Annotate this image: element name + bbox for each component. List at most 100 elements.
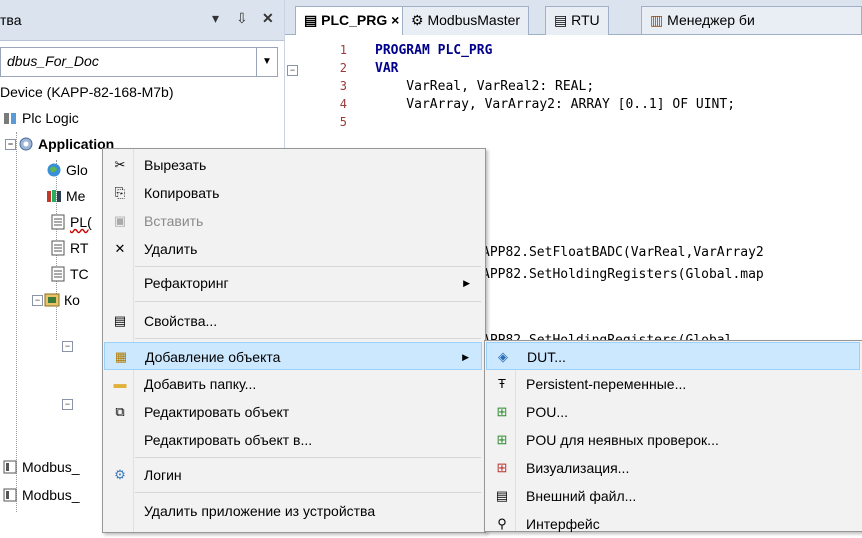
library-icon xyxy=(46,186,62,202)
line-number: 1 xyxy=(339,43,347,57)
menu-item-delete[interactable]: ✕ Удалить xyxy=(104,235,482,263)
tab-plc-prg[interactable]: ▤ PLC_PRG × xyxy=(295,6,409,35)
code-line[interactable]: APP82.SetHoldingRegisters(Global.map xyxy=(482,267,764,282)
panel-title: тва xyxy=(0,12,22,28)
menu-item-copy[interactable]: ⎘ Копировать xyxy=(104,179,482,207)
doc-icon: ▤ xyxy=(304,12,318,28)
tree-item-device[interactable]: Device (KAPP-82-168-M7b) xyxy=(0,79,174,105)
editor-tab-bar: ▤ PLC_PRG × ⚙ ModbusMaster ▤ RTU ▥ Менед… xyxy=(285,0,862,35)
tree-item-plc-prg[interactable]: PL( xyxy=(50,209,92,235)
collapse-icon[interactable]: − xyxy=(5,139,16,150)
tab-library-manager[interactable]: ▥ Менеджер би xyxy=(641,6,862,34)
dut-icon: ◈ xyxy=(498,349,508,364)
tree-expander[interactable]: − xyxy=(62,394,73,410)
menu-item-edit-object-with[interactable]: Редактировать объект в... xyxy=(104,426,482,454)
tree-item-tcp[interactable]: TC xyxy=(50,261,89,287)
tree-item-modbus-2[interactable]: Modbus_ xyxy=(2,482,80,508)
submenu-item-pou-implicit-checks[interactable]: ⊞ POU для неявных проверок... xyxy=(486,426,860,454)
plc-logic-icon xyxy=(2,108,18,124)
device-label: Device (KAPP-82-168-M7b) xyxy=(0,84,174,100)
device-selector-combo[interactable]: dbus_For_Doc ▼ xyxy=(0,47,278,77)
pin-icon[interactable]: ⇩ xyxy=(236,10,248,27)
doc-icon xyxy=(50,264,66,282)
device-combo-value: dbus_For_Doc xyxy=(7,53,99,69)
submenu-item-persistent-vars[interactable]: Ŧ Persistent-переменные... xyxy=(486,370,860,398)
tab-modbus-master[interactable]: ⚙ ModbusMaster xyxy=(402,6,530,35)
line-number: 5 xyxy=(339,115,347,129)
properties-icon: ▤ xyxy=(113,313,127,328)
tree-label: RT xyxy=(70,240,89,256)
plc-logic-label: Plc Logic xyxy=(22,110,79,126)
code-line[interactable]: PROGRAM PLC_PRG xyxy=(375,43,492,58)
tree-label: Glo xyxy=(66,162,88,178)
collapse-icon[interactable]: − xyxy=(32,295,43,306)
application-icon xyxy=(18,134,34,151)
doc-icon xyxy=(50,212,66,230)
panel-menu-dropdown-icon[interactable]: ▾ xyxy=(212,10,219,27)
menu-item-refactoring[interactable]: Рефакторинг ▶ xyxy=(104,269,482,297)
library-icon: ▥ xyxy=(650,12,664,28)
tree-item-application[interactable]: − Application xyxy=(5,131,114,157)
line-number: 2 xyxy=(339,61,347,75)
persistent-icon: Ŧ xyxy=(498,376,506,391)
code-line[interactable]: APP82.SetFloatBADC(VarReal,VarArray2 xyxy=(482,245,764,260)
submenu-item-dut[interactable]: ◈ DUT... xyxy=(486,342,860,370)
tree-item-modbus-1[interactable]: Modbus_ xyxy=(2,454,80,480)
menu-item-properties[interactable]: ▤ Свойства... xyxy=(104,307,482,335)
code-line[interactable]: VarArray, VarArray2: ARRAY [0..1] OF UIN… xyxy=(375,97,735,112)
tree-item-config[interactable]: − Ко xyxy=(32,287,80,313)
login-icon: ⚙ xyxy=(114,467,126,482)
edit-icon: ⧉ xyxy=(115,404,125,419)
code-line[interactable]: VAR xyxy=(375,61,398,76)
menu-item-login[interactable]: ⚙ Логин xyxy=(104,461,482,489)
menu-item-add-folder[interactable]: ▬ Добавить папку... xyxy=(104,370,482,398)
scissors-icon: ✂ xyxy=(114,157,126,172)
tree-label: Modbus_ xyxy=(22,487,80,503)
tree-label: Ко xyxy=(64,292,80,308)
pou-check-icon: ⊞ xyxy=(496,432,508,447)
submenu-item-pou[interactable]: ⊞ POU... xyxy=(486,398,860,426)
tree-label: TC xyxy=(70,266,89,282)
visualization-icon: ⊞ xyxy=(496,460,508,475)
tab-label: ModbusMaster xyxy=(427,12,521,28)
tree-label: Me xyxy=(66,188,86,204)
submenu-arrow-icon: ▶ xyxy=(463,278,470,288)
tree-item-rtu[interactable]: RT xyxy=(50,235,88,261)
copy-icon: ⎘ xyxy=(114,185,126,200)
add-object-icon: ▦ xyxy=(114,349,128,364)
code-line[interactable]: VarReal, VarReal2: REAL; xyxy=(375,79,594,94)
add-object-submenu: ◈ DUT... Ŧ Persistent-переменные... ⊞ PO… xyxy=(484,340,862,532)
folder-icon: ▬ xyxy=(113,376,127,391)
menu-item-paste: ▣ Вставить xyxy=(113,213,204,229)
close-icon[interactable]: ✕ xyxy=(262,10,274,27)
chevron-down-icon[interactable]: ▼ xyxy=(256,48,277,76)
submenu-item-external-file[interactable]: ▤ Внешний файл... xyxy=(486,482,860,510)
menu-item-add-object[interactable]: ▦ Добавление объекта ▶ xyxy=(104,342,482,370)
external-file-icon: ▤ xyxy=(495,488,509,503)
tab-rtu[interactable]: ▤ RTU xyxy=(545,6,609,35)
config-icon xyxy=(44,290,60,307)
tree-item-library-manager[interactable]: Me xyxy=(46,183,85,209)
tree-expander[interactable]: − xyxy=(62,336,73,352)
tree-item-global[interactable]: Glo xyxy=(46,157,88,183)
menu-item-edit-object[interactable]: ⧉ Редактировать объект xyxy=(104,398,482,426)
globe-icon xyxy=(46,160,62,177)
modbus-icon: ⚙ xyxy=(411,12,424,28)
tree-item-plc-logic[interactable]: Plc Logic xyxy=(2,105,79,131)
submenu-item-visualization[interactable]: ⊞ Визуализация... xyxy=(486,454,860,482)
menu-item-cut[interactable]: ✂ Вырезать xyxy=(104,151,482,179)
doc-icon: ▤ xyxy=(554,12,568,28)
tab-label: PLC_PRG xyxy=(321,12,388,28)
tab-label: Менеджер би xyxy=(667,12,755,28)
submenu-item-interface[interactable]: ⚲ Интерфейс xyxy=(486,510,860,538)
tab-label: RTU xyxy=(571,12,600,28)
tree-label: Modbus_ xyxy=(22,459,80,475)
menu-item-remove-application[interactable]: Удалить приложение из устройства xyxy=(104,497,482,525)
tree-label: PL( xyxy=(70,214,92,230)
devices-panel-header: тва ▾ ⇩ ✕ xyxy=(0,0,284,41)
fold-icon[interactable]: − xyxy=(287,65,298,76)
doc-icon xyxy=(2,457,18,474)
pou-icon: ⊞ xyxy=(496,404,508,419)
paste-icon: ▣ xyxy=(113,213,127,228)
close-tab-icon[interactable]: × xyxy=(391,12,399,28)
